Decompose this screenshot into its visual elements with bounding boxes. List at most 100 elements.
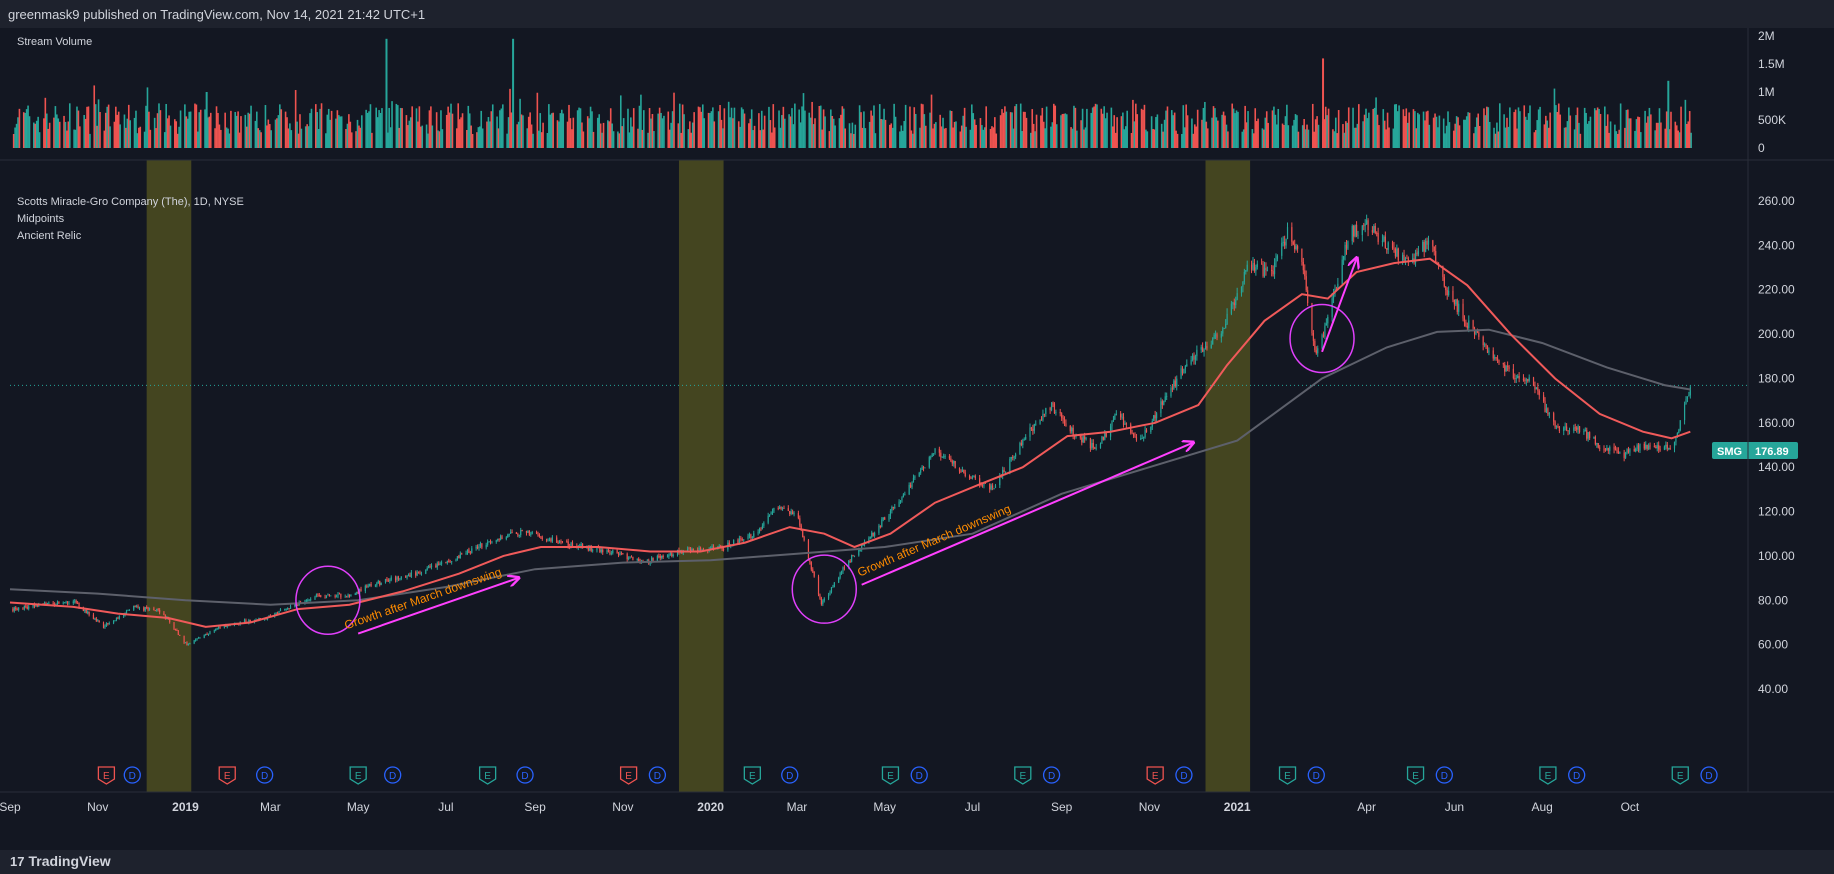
volume-bar <box>1606 114 1609 148</box>
volume-bar <box>689 121 691 148</box>
volume-bar <box>1166 106 1169 148</box>
candle-body <box>1282 241 1284 243</box>
dividend-marker: D <box>384 766 402 784</box>
volume-bar <box>779 127 782 148</box>
volume-bar <box>581 122 583 148</box>
candle-body <box>1426 240 1428 245</box>
candle-body <box>793 513 795 515</box>
volume-bar <box>1452 130 1455 148</box>
volume-bar <box>1153 129 1156 148</box>
candle-body <box>1485 344 1487 346</box>
volume-bar <box>1002 112 1005 148</box>
dividend-letter: D <box>389 771 396 782</box>
volume-bar <box>1385 129 1387 148</box>
candlesticks[interactable] <box>12 214 1691 646</box>
volume-bar <box>529 112 531 148</box>
volume-bar <box>972 113 975 148</box>
volume-bar <box>919 127 921 148</box>
volume-bar <box>874 133 877 148</box>
volume-bar <box>618 133 621 148</box>
candle-body <box>435 565 437 568</box>
dividend-marker: D <box>910 766 928 784</box>
volume-bar <box>54 106 57 148</box>
volume-bar <box>794 103 796 148</box>
tradingview-logo[interactable]: 17 TradingView <box>10 853 111 869</box>
candle-body <box>1435 251 1437 263</box>
annotations[interactable]: Growth after March downswingGrowth after… <box>295 259 1357 636</box>
volume-bar <box>409 117 412 148</box>
volume-bar <box>195 104 198 148</box>
candle-body <box>1223 328 1225 330</box>
volume-bar <box>1261 128 1264 148</box>
volume-bar <box>1146 131 1149 148</box>
dividend-marker: D <box>1307 766 1325 784</box>
candle-body <box>1301 248 1303 262</box>
volume-bar <box>1478 125 1481 148</box>
volume-bar <box>773 127 776 148</box>
candle-body <box>1669 448 1671 449</box>
candle-body <box>396 576 398 581</box>
candle-body <box>448 560 450 562</box>
candle-body <box>1261 263 1263 265</box>
candle-body <box>1568 430 1571 432</box>
candle-body <box>1587 432 1589 439</box>
volume-bar <box>781 115 783 148</box>
volume-bar <box>1326 115 1328 148</box>
candle-body <box>567 541 569 547</box>
candle-body <box>16 609 18 611</box>
volume-bar <box>801 106 803 148</box>
volume-bar <box>58 121 61 148</box>
volume-bar <box>1133 121 1136 148</box>
candle-body <box>66 601 69 604</box>
candle-body <box>138 607 141 609</box>
volume-bar <box>64 121 67 148</box>
volume-bar <box>546 133 549 148</box>
volume-bar <box>1277 108 1280 148</box>
time-axis[interactable]: Sep Nov 2019 Mar May Jul Sep Nov 2020 Mar May Jul Se… <box>0 800 1640 814</box>
volume-bar <box>1543 124 1546 148</box>
candle-body <box>1658 445 1660 450</box>
chart-canvas[interactable]: 2M1.5M1M500K0 260.00240.00220.00200.0018… <box>0 28 1834 850</box>
candle-body <box>527 530 529 533</box>
candle-body <box>1009 458 1011 472</box>
candle-body <box>449 561 451 563</box>
candle-body <box>1062 417 1064 420</box>
volume-bar <box>1293 119 1295 148</box>
price-tick-label: 220.00 <box>1758 283 1795 297</box>
volume-bar <box>753 125 756 148</box>
volume-bar <box>841 106 844 148</box>
volume-bar <box>809 117 812 148</box>
volume-bar <box>1392 128 1395 148</box>
volume-bar <box>1468 112 1471 148</box>
volume-tick-label: 0 <box>1758 141 1765 155</box>
candle-body <box>1472 320 1474 329</box>
volume-bar <box>894 116 897 148</box>
volume-bar <box>637 128 639 148</box>
candle-body <box>1145 430 1148 432</box>
candle-body <box>1456 299 1458 312</box>
volume-bar <box>1624 127 1626 148</box>
volume-bar <box>174 119 176 148</box>
volume-bar <box>994 117 996 148</box>
highlight-period <box>678 160 724 792</box>
candle-body <box>1314 340 1316 351</box>
candle-body <box>1341 259 1343 284</box>
volume-bar <box>771 132 773 148</box>
candle-body <box>1022 440 1024 445</box>
volume-bar <box>450 103 452 148</box>
candle-body <box>941 456 943 458</box>
candle-body <box>1321 335 1323 349</box>
candle-body <box>622 553 624 554</box>
dividend-letter: D <box>261 771 268 782</box>
candle-body <box>498 539 500 540</box>
volume-bar <box>510 112 513 148</box>
candle-body <box>28 606 30 609</box>
event-markers[interactable]: EDEDEDEDEDEDEDEDEDEDEDEDED <box>97 766 1718 785</box>
volume-bar <box>149 129 152 148</box>
time-tick-label: Jun <box>1445 800 1464 814</box>
volume-bar <box>1231 103 1234 148</box>
volume-bar <box>953 121 956 148</box>
candle-body <box>1637 445 1640 451</box>
volume-bar <box>992 127 995 148</box>
candle-body <box>1131 432 1133 434</box>
